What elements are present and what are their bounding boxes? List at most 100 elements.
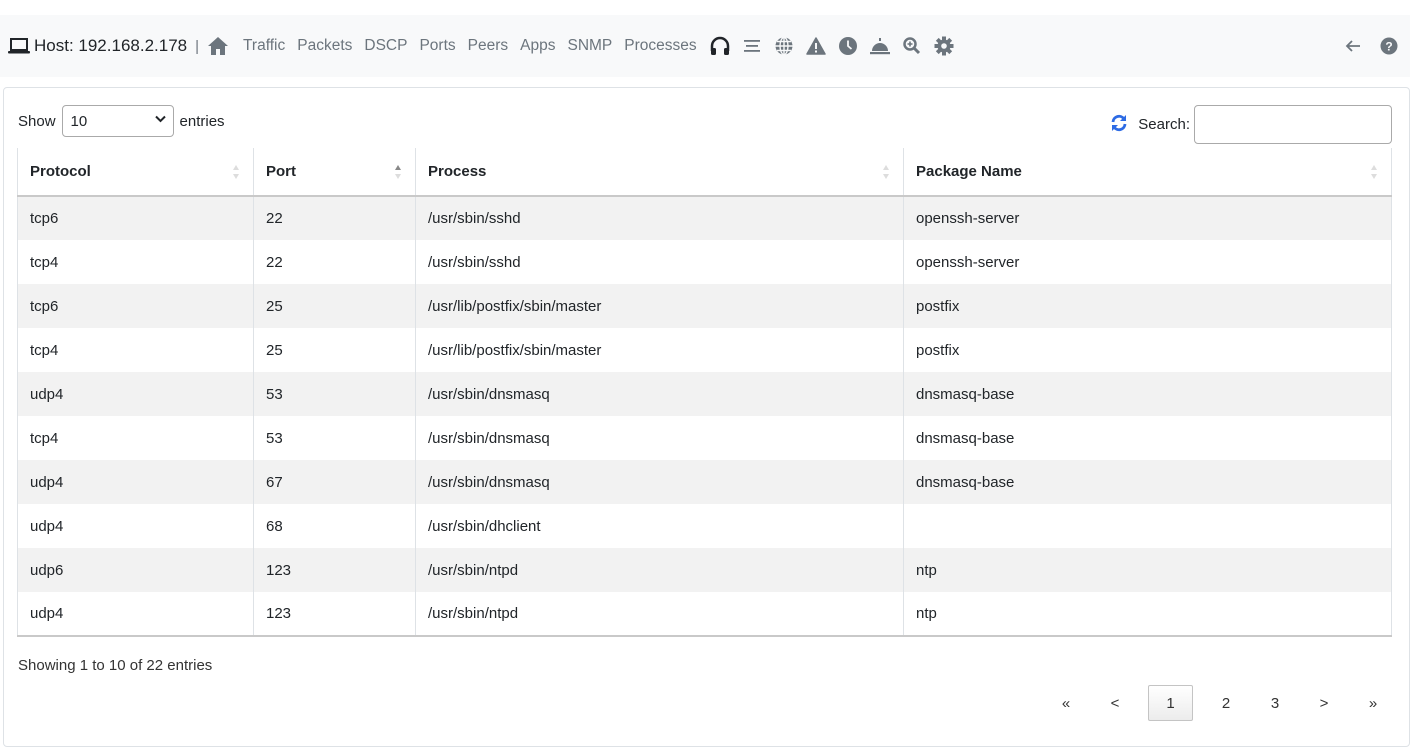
top-navbar: Host: 192.168.2.178 | Traffic Packets DS… [0,15,1410,77]
column-header-protocol[interactable]: Protocol [17,148,254,197]
cell-protocol: udp4 [17,372,254,416]
table-info: Showing 1 to 10 of 22 entries [18,657,213,674]
cell-package: ntp [903,548,1392,592]
help-icon[interactable]: ? [1378,35,1400,57]
nav-link-traffic[interactable]: Traffic [243,37,285,55]
table-row: udp6 123/usr/sbin/ntpd ntp [17,548,1392,592]
refresh-icon[interactable] [1110,114,1128,136]
warning-icon[interactable] [805,35,827,57]
column-label: Port [266,163,296,180]
show-label: Show [18,112,56,130]
cell-protocol: udp6 [17,548,254,592]
table-row: tcp4 53/usr/sbin/dnsmasq dnsmasq-base [17,416,1392,460]
cell-process: /usr/sbin/dnsmasq [415,460,904,504]
nav-link-packets[interactable]: Packets [297,37,352,55]
column-label: Process [428,163,487,180]
sort-ascending-icon [395,165,401,179]
table-row: udp4 67/usr/sbin/dnsmasq dnsmasq-base [17,460,1392,504]
cell-process: /usr/lib/postfix/sbin/master [415,284,904,328]
page-3-button[interactable]: 3 [1259,685,1291,721]
sort-both-icon [883,165,889,179]
back-arrow-icon[interactable] [1342,35,1364,57]
cell-port: 123 [253,592,416,637]
cell-package: postfix [903,328,1392,372]
previous-page-button[interactable]: < [1099,685,1131,721]
cell-process: /usr/sbin/dnsmasq [415,372,904,416]
column-header-package-name[interactable]: Package Name [903,148,1392,197]
globe-icon[interactable] [773,35,795,57]
sort-both-icon [233,165,239,179]
zoom-icon[interactable] [901,35,923,57]
table-row: tcp6 22/usr/sbin/sshd openssh-server [17,196,1392,240]
cell-process: /usr/sbin/dnsmasq [415,416,904,460]
column-label: Package Name [916,163,1022,180]
search-label: Search: [1138,116,1190,133]
page-2-button[interactable]: 2 [1210,685,1242,721]
cell-package: dnsmasq-base [903,460,1392,504]
list-icon[interactable] [741,35,763,57]
nav-link-dscp[interactable]: DSCP [364,37,407,55]
laptop-icon [8,38,30,54]
pagination: « < 1 2 3 > » [1033,685,1389,721]
nav-link-snmp[interactable]: SNMP [567,37,612,55]
page-length-select[interactable]: 10 [61,105,174,137]
column-label: Protocol [30,163,91,180]
cell-process: /usr/sbin/ntpd [415,548,904,592]
cell-port: 22 [253,196,416,240]
cell-protocol: tcp4 [17,240,254,284]
nav-link-processes[interactable]: Processes [624,37,696,55]
entries-label: entries [179,112,225,130]
cell-package: dnsmasq-base [903,372,1392,416]
ports-table: Protocol Port Process Package Name tcp6 2 [17,148,1392,637]
column-header-port[interactable]: Port [253,148,416,197]
cell-port: 53 [253,372,416,416]
cell-port: 25 [253,328,416,372]
cell-protocol: udp4 [17,460,254,504]
table-row: udp4 123/usr/sbin/ntpd ntp [17,592,1392,637]
cell-process: /usr/sbin/dhclient [415,504,904,548]
cell-process: /usr/lib/postfix/sbin/master [415,328,904,372]
search-control: Search: [1110,105,1392,144]
cell-protocol: udp4 [17,504,254,548]
ports-table-card: Show 10 entries Search: Protocol Port Pr… [3,87,1410,747]
cell-package [903,504,1392,548]
cell-package: openssh-server [903,196,1392,240]
gear-icon[interactable] [933,35,955,57]
cell-protocol: tcp4 [17,328,254,372]
cell-package: ntp [903,592,1392,637]
cell-process: /usr/sbin/sshd [415,240,904,284]
cell-port: 123 [253,548,416,592]
last-page-button[interactable]: » [1357,685,1389,721]
cell-protocol: tcp6 [17,284,254,328]
page-1-button[interactable]: 1 [1148,685,1193,721]
nav-link-ports[interactable]: Ports [419,37,455,55]
page-length-control: Show 10 entries [18,105,225,137]
host-label: Host: 192.168.2.178 [8,36,187,56]
nav-link-apps[interactable]: Apps [520,37,555,55]
nav-link-peers[interactable]: Peers [468,37,509,55]
host-text: Host: 192.168.2.178 [34,36,188,55]
cell-protocol: tcp6 [17,196,254,240]
home-icon[interactable] [207,35,229,57]
cell-package: postfix [903,284,1392,328]
search-input[interactable] [1194,105,1392,144]
cell-package: openssh-server [903,240,1392,284]
table-row: tcp6 25/usr/lib/postfix/sbin/master postfi… [17,284,1392,328]
nav-separator: | [195,37,200,55]
table-row: udp4 53/usr/sbin/dnsmasq dnsmasq-base [17,372,1392,416]
table-header-row: Protocol Port Process Package Name [17,148,1392,197]
headphones-icon[interactable] [709,35,731,57]
table-row: tcp4 25/usr/lib/postfix/sbin/master postfi… [17,328,1392,372]
column-header-process[interactable]: Process [415,148,904,197]
cell-package: dnsmasq-base [903,416,1392,460]
cell-protocol: tcp4 [17,416,254,460]
cell-port: 53 [253,416,416,460]
cell-protocol: udp4 [17,592,254,637]
cell-process: /usr/sbin/ntpd [415,592,904,637]
cell-port: 22 [253,240,416,284]
cell-port: 68 [253,504,416,548]
bell-icon[interactable] [869,35,891,57]
clock-icon[interactable] [837,35,859,57]
next-page-button[interactable]: > [1308,685,1340,721]
first-page-button[interactable]: « [1050,685,1082,721]
